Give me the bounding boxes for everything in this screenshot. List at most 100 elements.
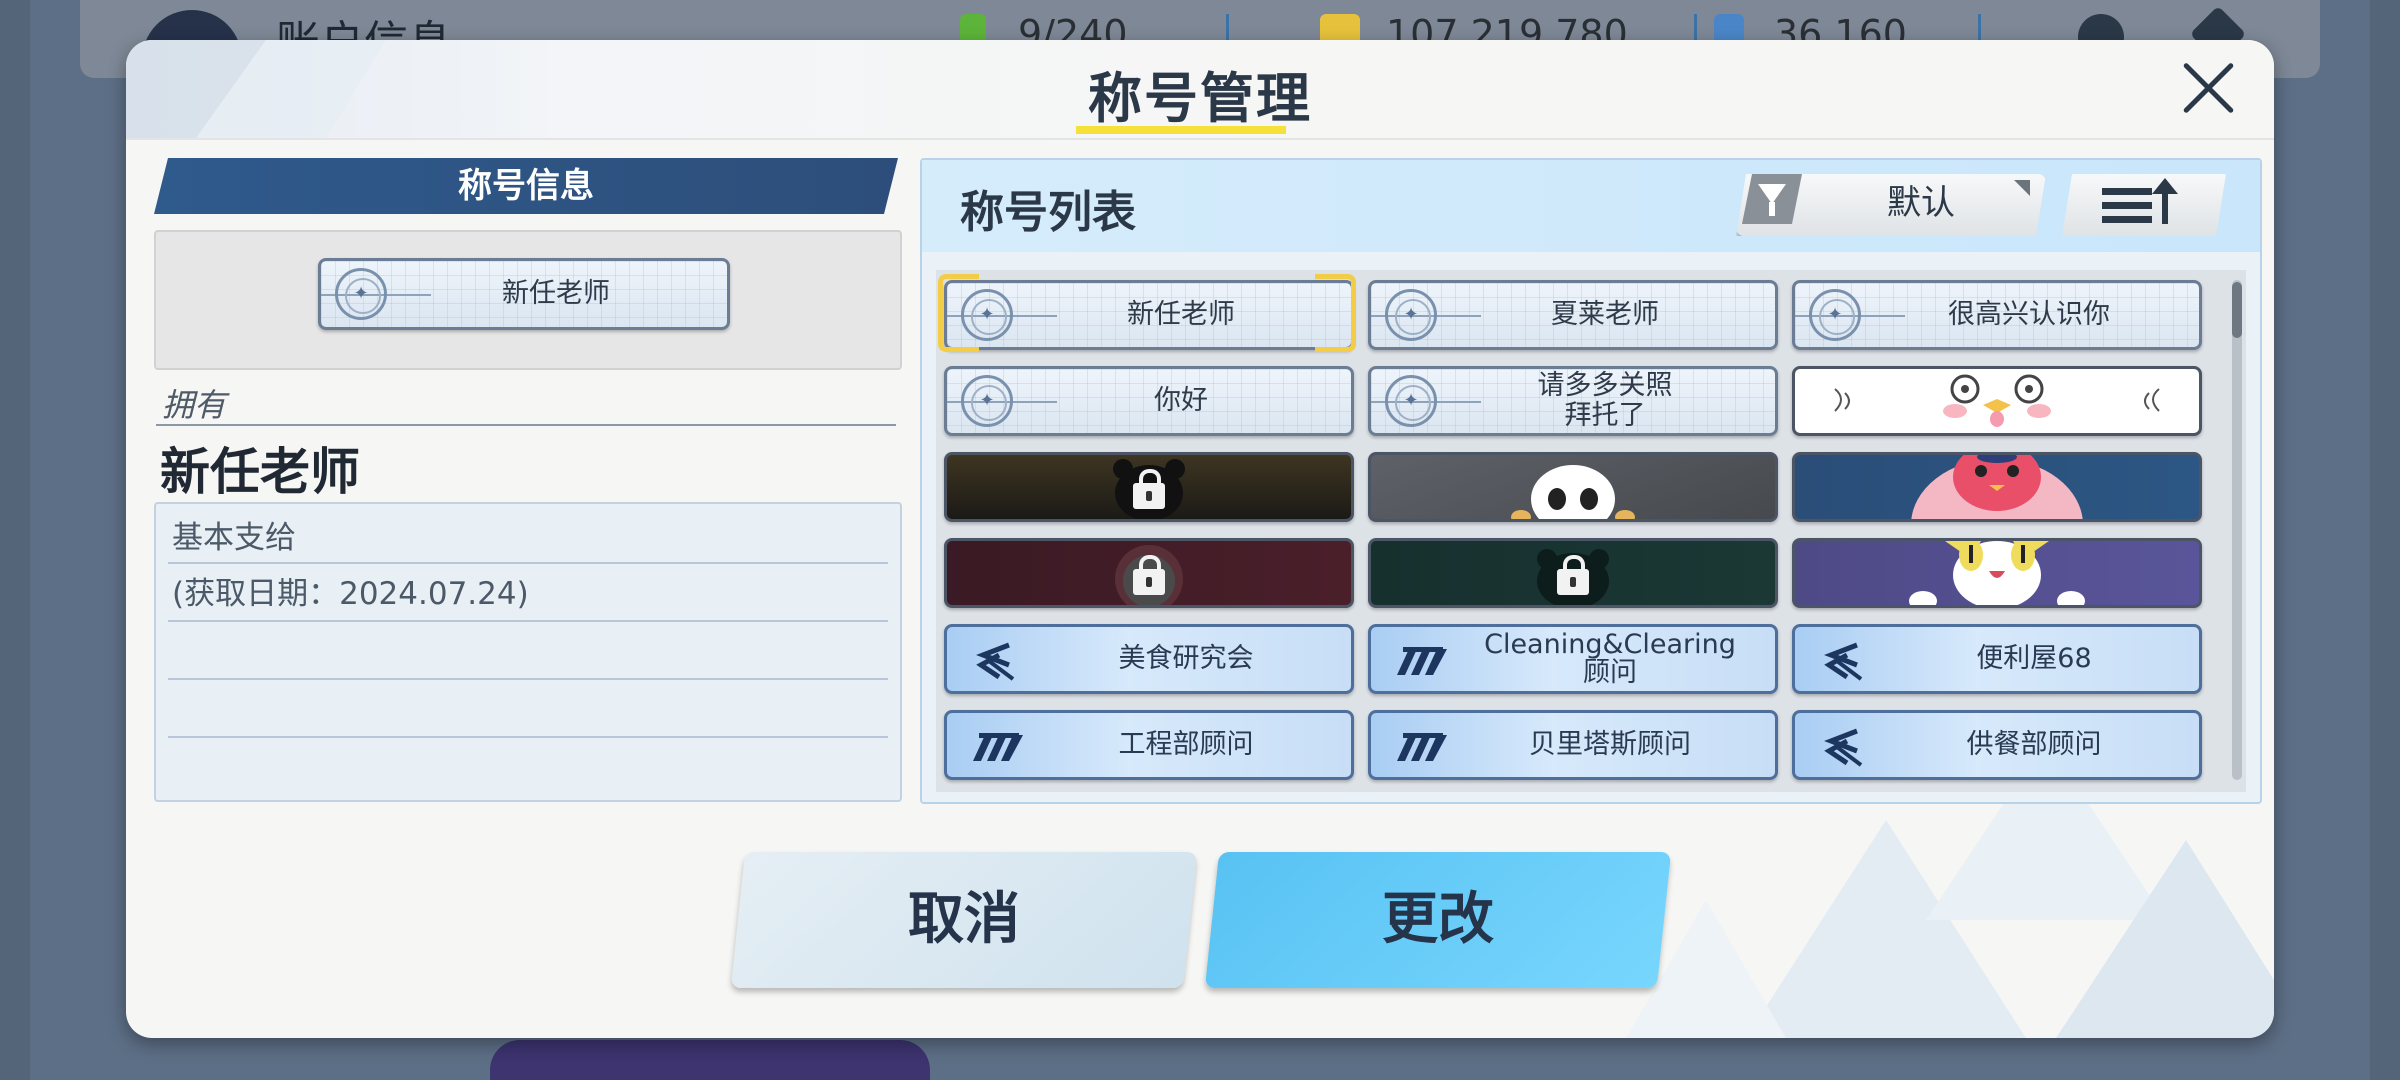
title-item[interactable]: Cleaning&Clearing 顾问 bbox=[1368, 624, 1778, 694]
background-character bbox=[490, 1040, 930, 1080]
title-item[interactable]: 供餐部顾问 bbox=[1792, 710, 2202, 780]
title-item[interactable]: 美食研究会 bbox=[944, 624, 1354, 694]
title-item[interactable] bbox=[944, 538, 1354, 608]
title-tag: Cleaning&Clearing 顾问 bbox=[1368, 624, 1778, 694]
background-strip-right bbox=[2370, 0, 2400, 1080]
title-tag-label: 工程部顾问 bbox=[1118, 728, 1254, 760]
reticle-icon bbox=[1385, 289, 1437, 341]
pink-bird-icon bbox=[1911, 455, 2083, 519]
picture-title-tag bbox=[1792, 452, 2202, 522]
title-item[interactable] bbox=[1368, 452, 1778, 522]
reticle-icon bbox=[1809, 289, 1861, 341]
picture-title-tag bbox=[1792, 366, 2202, 436]
title-tag-label: 请多多关照 拜托了 bbox=[1537, 370, 1673, 431]
title-item[interactable]: 贝里塔斯顾问 bbox=[1368, 710, 1778, 780]
reticle-icon bbox=[961, 289, 1013, 341]
dialog-header: 称号管理 bbox=[126, 40, 2274, 140]
title-tag: 很高兴认识你 bbox=[1792, 280, 2202, 350]
ruled-line bbox=[168, 620, 888, 622]
filter-icon bbox=[1758, 184, 1786, 204]
title-tag-label: 夏莱老师 bbox=[1551, 299, 1659, 331]
club-emblem-icon bbox=[1824, 728, 1863, 767]
title-info-header: 称号信息 bbox=[154, 158, 898, 214]
equipped-title-box: 新任老师 bbox=[154, 230, 902, 370]
title-tag-label: 贝里塔斯顾问 bbox=[1529, 728, 1691, 760]
picture-title-tag bbox=[944, 452, 1354, 522]
title-tag: 工程部顾问 bbox=[944, 710, 1354, 780]
lock-icon bbox=[1557, 555, 1589, 595]
title-item[interactable]: 工程部顾问 bbox=[944, 710, 1354, 780]
filter-icon-box bbox=[1742, 174, 1802, 224]
title-item[interactable]: 夏莱老师 bbox=[1368, 280, 1778, 350]
title-item[interactable] bbox=[1792, 366, 2202, 436]
title-tag-label: 供餐部顾问 bbox=[1966, 728, 2102, 760]
divider bbox=[156, 424, 896, 426]
title-list-heading: 称号列表 bbox=[960, 187, 1136, 238]
scrollbar-track[interactable] bbox=[2232, 280, 2242, 780]
picture-title-tag bbox=[1368, 452, 1778, 522]
equipped-title-tag: 新任老师 bbox=[318, 258, 730, 330]
title-grid: 新任老师 夏莱老师 很高兴认识你你好 请多多关照 拜托了美食研究会 Cleaning&C… bbox=[936, 270, 2246, 792]
title-tag-label: 便利屋68 bbox=[1976, 642, 2092, 674]
club-emblem-icon bbox=[1397, 733, 1447, 761]
ruled-line bbox=[168, 736, 888, 738]
title-item[interactable] bbox=[1792, 452, 2202, 522]
title-item[interactable]: 便利屋68 bbox=[1792, 624, 2202, 694]
reticle-icon bbox=[1385, 375, 1437, 427]
filter-button[interactable]: 默认 bbox=[1736, 174, 2046, 236]
cat-face-icon bbox=[1909, 541, 2085, 605]
ruled-line bbox=[168, 562, 888, 564]
title-management-dialog: 称号管理 称号信息 新任老师 拥有 新任老师 基本支给 (获取日期：2024.0… bbox=[126, 40, 2274, 1038]
ruled-line bbox=[168, 678, 888, 680]
close-button[interactable] bbox=[2178, 58, 2238, 118]
background-strip-left bbox=[0, 0, 30, 1080]
dialog-title: 称号管理 bbox=[1088, 67, 1312, 130]
owned-label: 拥有 bbox=[162, 386, 227, 424]
club-emblem-icon bbox=[973, 733, 1023, 761]
reticle-icon bbox=[335, 268, 387, 320]
bird-face-icon bbox=[1834, 374, 2160, 427]
picture-title-tag bbox=[944, 538, 1354, 608]
cancel-button-label: 取消 bbox=[908, 887, 1020, 952]
title-item[interactable]: 你好 bbox=[944, 366, 1354, 436]
scrollbar-thumb[interactable] bbox=[2232, 282, 2242, 338]
filter-label: 默认 bbox=[1887, 183, 1955, 223]
title-tag: 供餐部顾问 bbox=[1792, 710, 2202, 780]
title-tag-label: 你好 bbox=[1154, 385, 1208, 417]
sort-arrow-up-icon bbox=[2162, 186, 2168, 224]
title-tag: 请多多关照 拜托了 bbox=[1368, 366, 1778, 436]
picture-title-tag bbox=[1792, 538, 2202, 608]
club-emblem-icon bbox=[1397, 647, 1447, 675]
title-description-box: 基本支给 (获取日期：2024.07.24) bbox=[154, 502, 902, 802]
title-tag: 便利屋68 bbox=[1792, 624, 2202, 694]
title-tag-label: 美食研究会 bbox=[1118, 642, 1254, 674]
change-button[interactable]: 更改 bbox=[1204, 852, 1672, 988]
title-item[interactable]: 新任老师 bbox=[938, 274, 1356, 352]
cancel-button[interactable]: 取消 bbox=[730, 852, 1198, 988]
club-emblem-icon bbox=[1824, 642, 1863, 681]
title-item[interactable]: 请多多关照 拜托了 bbox=[1368, 366, 1778, 436]
description-line-1: 基本支给 bbox=[172, 520, 296, 556]
lock-icon bbox=[1133, 555, 1165, 595]
equipped-title-label: 新任老师 bbox=[502, 278, 610, 310]
title-tag-label: 很高兴认识你 bbox=[1948, 299, 2110, 331]
title-tag: 新任老师 bbox=[944, 280, 1354, 350]
description-line-2: (获取日期：2024.07.24) bbox=[172, 576, 529, 612]
change-button-label: 更改 bbox=[1382, 887, 1494, 952]
sort-order-button[interactable] bbox=[2062, 174, 2226, 236]
picture-title-tag bbox=[1368, 538, 1778, 608]
sort-lines-icon bbox=[2102, 188, 2152, 224]
club-emblem-icon bbox=[976, 642, 1015, 681]
title-tag: 你好 bbox=[944, 366, 1354, 436]
title-tag-label: 新任老师 bbox=[1127, 299, 1235, 331]
title-list-panel: 称号列表 默认 新任老师 夏莱老师 很高兴认识你你好 请多多关照 拜托了美食研究会 Cl… bbox=[920, 158, 2262, 804]
title-list-header: 称号列表 默认 bbox=[922, 160, 2260, 252]
title-item[interactable] bbox=[1368, 538, 1778, 608]
dropdown-corner-icon bbox=[2014, 180, 2030, 196]
title-item[interactable]: 很高兴认识你 bbox=[1792, 280, 2202, 350]
reticle-icon bbox=[961, 375, 1013, 427]
title-item[interactable] bbox=[944, 452, 1354, 522]
title-tag: 贝里塔斯顾问 bbox=[1368, 710, 1778, 780]
title-underline bbox=[1076, 126, 1286, 134]
title-item[interactable] bbox=[1792, 538, 2202, 608]
